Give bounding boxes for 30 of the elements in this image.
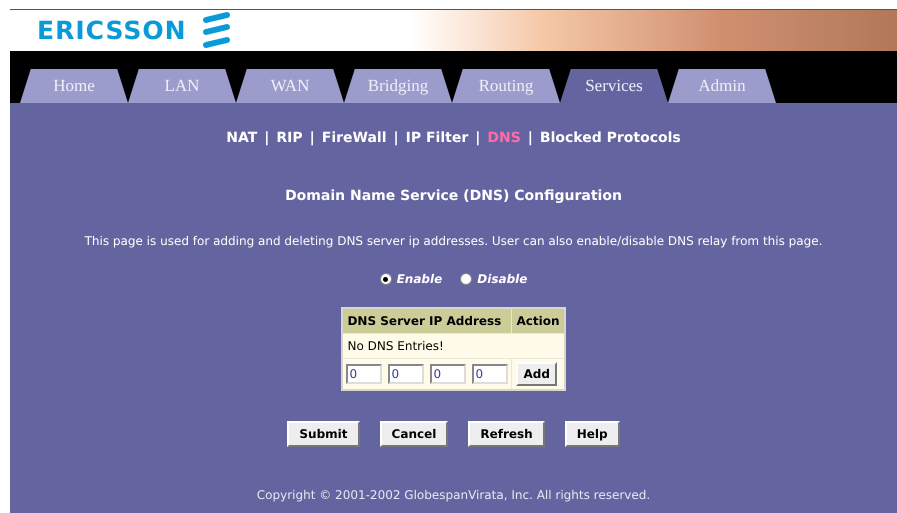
action-button[interactable]: Help bbox=[564, 421, 620, 447]
subnav-link[interactable]: FireWall bbox=[322, 128, 386, 149]
ip-octet-field[interactable]: 0 bbox=[430, 364, 466, 384]
subnav-link[interactable]: RIP bbox=[276, 128, 303, 149]
action-button[interactable]: Refresh bbox=[468, 421, 545, 447]
add-button[interactable]: Add bbox=[516, 362, 557, 386]
nav-tab[interactable]: Services bbox=[560, 69, 668, 103]
subnav-link[interactable]: NAT bbox=[226, 128, 258, 149]
ip-octet-field[interactable]: 0 bbox=[346, 364, 382, 384]
radio-button[interactable] bbox=[380, 273, 392, 285]
separator: | bbox=[528, 129, 533, 148]
radio-label: Enable bbox=[396, 271, 442, 288]
subnav-link[interactable]: IP Filter bbox=[406, 128, 468, 149]
description-text: This page is used for adding and deleting DNS server ip addresses. User can also enable/disable DNS relay from this page. bbox=[84, 233, 822, 250]
page-heading: Domain Name Service (DNS) Configuration bbox=[285, 187, 622, 206]
ip-octet-field[interactable]: 0 bbox=[388, 364, 424, 384]
action-button[interactable]: Submit bbox=[287, 421, 360, 447]
ip-octet-field[interactable]: 0 bbox=[472, 364, 508, 384]
separator: | bbox=[394, 129, 399, 148]
logo-icon bbox=[200, 12, 231, 50]
separator: | bbox=[310, 129, 315, 148]
logo-text: ERICSSON bbox=[37, 14, 187, 47]
radio-button[interactable] bbox=[460, 273, 472, 285]
separator: | bbox=[264, 129, 270, 148]
radio-label: Disable bbox=[477, 271, 528, 288]
column-header: DNS Server IP Address bbox=[342, 308, 512, 334]
separator: | bbox=[475, 129, 480, 148]
subnav-link[interactable]: Blocked Protocols bbox=[540, 128, 681, 149]
copyright-text: Copyright © 2001-2002 GlobespanVirata, Inc. All rights reserved. bbox=[256, 487, 650, 504]
action-button[interactable]: Cancel bbox=[380, 421, 448, 447]
